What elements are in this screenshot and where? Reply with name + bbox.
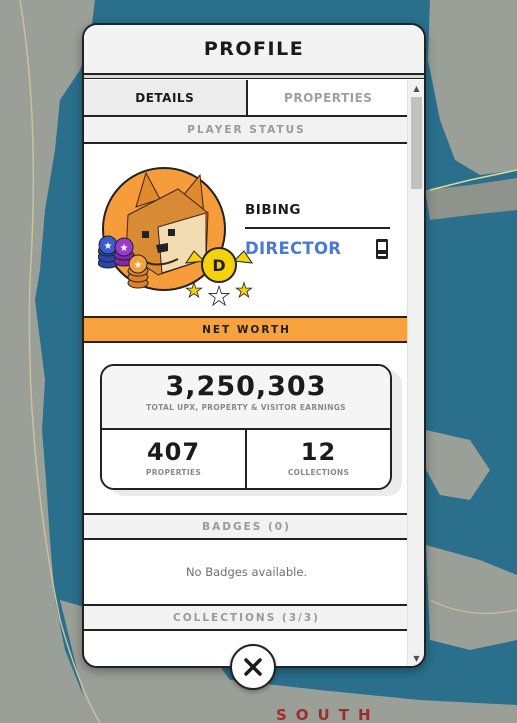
player-status-panel: ★ ★ ★ D ★ ★ ★ BIBING DIRECTOR xyxy=(84,144,409,316)
svg-text:★: ★ xyxy=(207,282,230,307)
svg-text:★: ★ xyxy=(120,243,129,254)
player-rank: DIRECTOR xyxy=(245,239,342,258)
modal-content[interactable]: DETAILS PROPERTIES PLAYER STATUS ★ ★ ★ D… xyxy=(84,80,409,666)
net-worth-total: 3,250,303 TOTAL UPX, PROPERTY & VISITOR … xyxy=(102,366,390,430)
net-worth-caption: TOTAL UPX, PROPERTY & VISITOR EARNINGS xyxy=(146,403,346,412)
name-divider xyxy=(245,227,390,229)
svg-text:★: ★ xyxy=(185,278,203,302)
tab-bar: DETAILS PROPERTIES xyxy=(84,80,409,117)
net-worth-panel: 3,250,303 TOTAL UPX, PROPERTY & VISITOR … xyxy=(84,343,409,513)
chevron-up-icon[interactable]: ▲ xyxy=(408,80,424,96)
collections-caption: COLLECTIONS xyxy=(287,468,350,477)
map-label-south: SOUTH xyxy=(276,706,380,723)
scrollbar[interactable]: ▲ ▼ xyxy=(407,80,424,666)
net-worth-value: 3,250,303 xyxy=(165,371,327,402)
badges-empty-message: No Badges available. xyxy=(84,540,409,604)
smartphone-icon[interactable] xyxy=(374,238,390,260)
rank-badge-letter: D xyxy=(212,256,225,275)
player-name: BIBING xyxy=(245,202,302,218)
collections-count: 12 xyxy=(300,438,337,466)
net-worth-card: 3,250,303 TOTAL UPX, PROPERTY & VISITOR … xyxy=(100,364,392,490)
header-divider xyxy=(84,75,424,79)
avatar: ★ ★ ★ D ★ ★ ★ xyxy=(98,167,253,307)
player-status-header: PLAYER STATUS xyxy=(84,117,409,144)
net-worth-stats: 407 PROPERTIES 12 COLLECTIONS xyxy=(102,430,390,488)
chevron-down-icon[interactable]: ▼ xyxy=(408,650,424,666)
tab-details[interactable]: DETAILS xyxy=(84,80,248,115)
properties-stat: 407 PROPERTIES xyxy=(102,430,247,488)
svg-text:★: ★ xyxy=(235,278,253,302)
gold-coin-stack-icon: ★ xyxy=(127,254,149,289)
tab-properties[interactable]: PROPERTIES xyxy=(247,80,409,115)
properties-caption: PROPERTIES xyxy=(145,468,202,477)
close-icon xyxy=(244,658,262,676)
collections-stat: 12 COLLECTIONS xyxy=(247,430,390,488)
collections-header: COLLECTIONS (3/3) xyxy=(84,604,409,631)
close-button[interactable] xyxy=(230,644,276,690)
scrollbar-thumb[interactable] xyxy=(411,97,422,189)
properties-count: 407 xyxy=(146,438,201,466)
svg-text:★: ★ xyxy=(104,241,113,252)
badges-header: BADGES (0) xyxy=(84,513,409,540)
modal-header: PROFILE xyxy=(84,25,424,75)
net-worth-header: NET WORTH xyxy=(84,316,409,343)
director-badge-icon: D ★ ★ ★ xyxy=(185,247,253,307)
profile-modal: PROFILE DETAILS PROPERTIES PLAYER STATUS xyxy=(82,23,426,668)
modal-title: PROFILE xyxy=(203,38,305,60)
svg-text:★: ★ xyxy=(134,260,143,271)
